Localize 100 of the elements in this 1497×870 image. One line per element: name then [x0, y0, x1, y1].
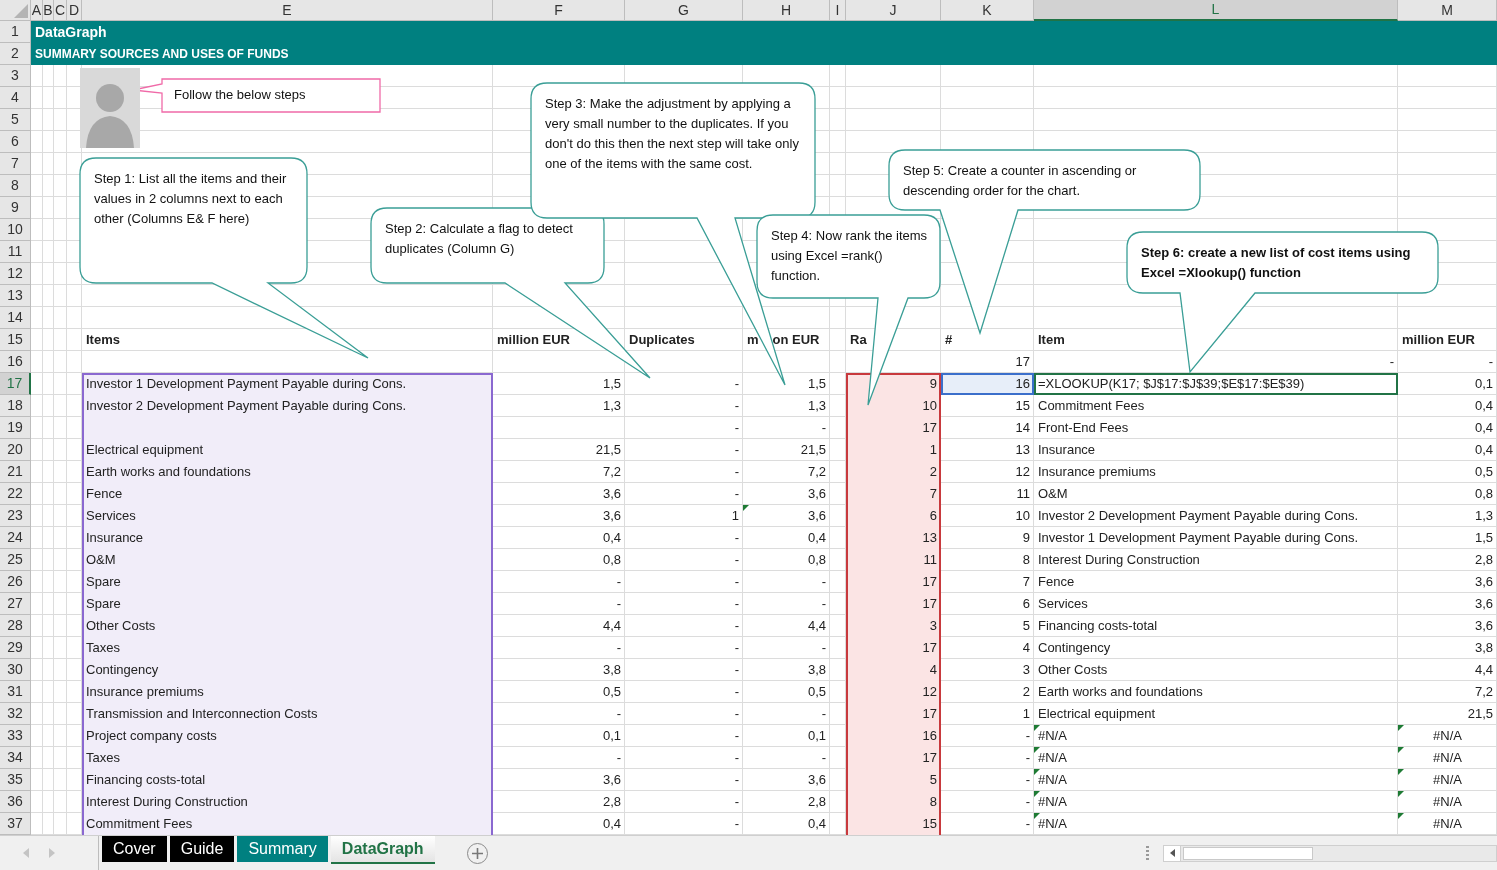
- row-header[interactable]: 19: [0, 417, 31, 439]
- select-all-button[interactable]: [0, 0, 31, 21]
- table-cell-text: 1: [730, 507, 740, 526]
- row-header[interactable]: 35: [0, 769, 31, 791]
- scroll-left-icon[interactable]: [22, 848, 30, 858]
- row-header[interactable]: 15: [0, 329, 31, 351]
- table-cell-text: 8: [1021, 551, 1031, 570]
- table-cell-text: -: [1024, 815, 1031, 834]
- row-header[interactable]: 16: [0, 351, 31, 373]
- column-header: Duplicates: [628, 331, 696, 350]
- row-header[interactable]: 2: [0, 43, 31, 65]
- table-cell-text: 3,6: [601, 507, 622, 526]
- table-cell-text: -: [733, 595, 740, 614]
- table-cell-text: Investor 1 Development Payment Payable during Cons.: [1037, 529, 1360, 548]
- row-header[interactable]: 5: [0, 109, 31, 131]
- row-header[interactable]: 10: [0, 219, 31, 241]
- table-cell: Spare: [82, 571, 493, 593]
- row-header[interactable]: 17: [0, 373, 31, 395]
- row-header[interactable]: 34: [0, 747, 31, 769]
- column-header[interactable]: M: [1398, 0, 1497, 21]
- column-header[interactable]: A: [31, 0, 43, 21]
- column-header[interactable]: H: [743, 0, 830, 21]
- row-header[interactable]: 37: [0, 813, 31, 835]
- row-header[interactable]: 18: [0, 395, 31, 417]
- table-cell-text: -: [733, 639, 740, 658]
- row-header[interactable]: 4: [0, 87, 31, 109]
- table-cell-text: Fence: [1037, 573, 1076, 592]
- row-header[interactable]: 7: [0, 153, 31, 175]
- horizontal-scrollbar[interactable]: [1163, 844, 1497, 862]
- error-indicator-icon: [1398, 813, 1404, 819]
- formula-cell[interactable]: =XLOOKUP(K17; $J$17:$J$39;$E$17:$E$39): [1034, 373, 1398, 395]
- sheet-tab[interactable]: DataGraph: [330, 836, 435, 864]
- row-header[interactable]: 14: [0, 307, 31, 329]
- table-cell-text: 3,6: [806, 485, 827, 504]
- scroll-left-button[interactable]: [1164, 845, 1181, 861]
- splitter-handle[interactable]: [1146, 846, 1149, 860]
- table-cell-text: 0,4: [1473, 419, 1494, 438]
- table-cell-text: -: [1024, 771, 1031, 790]
- row-header[interactable]: 20: [0, 439, 31, 461]
- column-header[interactable]: K: [941, 0, 1034, 21]
- table-cell-text: -: [733, 815, 740, 834]
- column-header[interactable]: C: [54, 0, 67, 21]
- row-header[interactable]: 12: [0, 263, 31, 285]
- row-header[interactable]: 21: [0, 461, 31, 483]
- row-header[interactable]: 9: [0, 197, 31, 219]
- column-header[interactable]: D: [67, 0, 82, 21]
- row-header[interactable]: 24: [0, 527, 31, 549]
- table-cell: Investor 2 Development Payment Payable during Cons.: [82, 395, 493, 417]
- column-header[interactable]: F: [493, 0, 625, 21]
- row-header[interactable]: 11: [0, 241, 31, 263]
- row-header[interactable]: 28: [0, 615, 31, 637]
- sheet-tab[interactable]: Summary: [237, 836, 328, 862]
- row-header[interactable]: 29: [0, 637, 31, 659]
- row-header[interactable]: 32: [0, 703, 31, 725]
- row-header[interactable]: 1: [0, 21, 31, 43]
- row-header[interactable]: 6: [0, 131, 31, 153]
- table-cell-text: Financing costs-total: [1037, 617, 1159, 636]
- sheet-tab[interactable]: Guide: [169, 836, 235, 862]
- table-cell-text: -: [615, 573, 622, 592]
- table-cell-text: -: [733, 485, 740, 504]
- sheet-tab[interactable]: Cover: [102, 836, 167, 862]
- scroll-right-icon[interactable]: [48, 848, 56, 858]
- error-indicator-icon: [1034, 813, 1040, 819]
- table-cell-text: -: [1388, 353, 1395, 372]
- column-header[interactable]: I: [830, 0, 846, 21]
- table-cell-text: -: [733, 573, 740, 592]
- table-cell-text: Other Costs: [1037, 661, 1109, 680]
- row-header[interactable]: 31: [0, 681, 31, 703]
- table-cell-text: 7,2: [601, 463, 622, 482]
- table-cell-text: Electrical equipment: [1037, 705, 1157, 724]
- table-cell: #N/A: [1034, 725, 1398, 747]
- row-header[interactable]: 8: [0, 175, 31, 197]
- row-header[interactable]: 30: [0, 659, 31, 681]
- scrollbar-thumb[interactable]: [1183, 846, 1313, 860]
- row-header[interactable]: 26: [0, 571, 31, 593]
- table-cell-text: Interest During Construction: [1037, 551, 1201, 570]
- row-header[interactable]: 3: [0, 65, 31, 87]
- column-header[interactable]: E: [82, 0, 493, 21]
- column-header[interactable]: G: [625, 0, 743, 21]
- row-header[interactable]: 33: [0, 725, 31, 747]
- table-cell-text: -: [733, 419, 740, 438]
- table-cell-text: 0,8: [1473, 485, 1494, 504]
- column-header[interactable]: J: [846, 0, 941, 21]
- table-cell-text: -: [615, 749, 622, 768]
- row-header[interactable]: 23: [0, 505, 31, 527]
- column-header: #: [944, 331, 954, 350]
- table-cell: #N/A: [1034, 747, 1398, 769]
- table-cell-text: -: [1024, 749, 1031, 768]
- row-header[interactable]: 25: [0, 549, 31, 571]
- row-header[interactable]: 36: [0, 791, 31, 813]
- row-header[interactable]: 22: [0, 483, 31, 505]
- table-cell-text: Front-End Fees: [1037, 419, 1130, 438]
- table-cell-text: 12: [1014, 463, 1031, 482]
- table-cell: Investor 1 Development Payment Payable during Cons.: [82, 373, 493, 395]
- table-cell-text: -: [615, 639, 622, 658]
- table-cell-text: 0,8: [806, 551, 827, 570]
- column-header[interactable]: L: [1034, 0, 1398, 21]
- table-cell-text: 2,8: [1473, 551, 1494, 570]
- row-header[interactable]: 27: [0, 593, 31, 615]
- row-header[interactable]: 13: [0, 285, 31, 307]
